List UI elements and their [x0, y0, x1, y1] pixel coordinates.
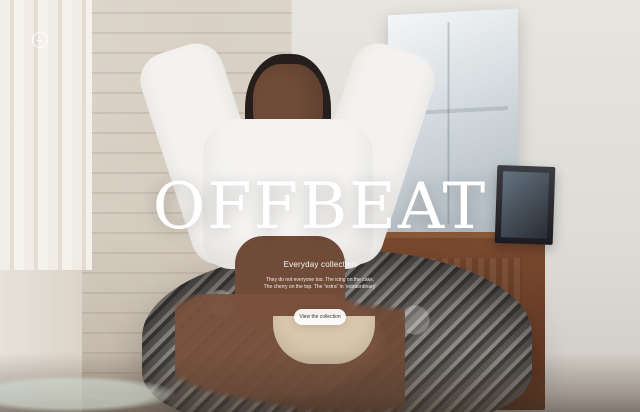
view-collection-button[interactable]: View the collection: [294, 309, 346, 325]
hero-description-line-1: They do not everyone too. The icing on t…: [265, 277, 375, 283]
menu-icon-line: [37, 39, 43, 41]
hero-description: They do not everyone too. The icing on t…: [240, 277, 400, 291]
hero-subtitle: Everyday collection: [283, 260, 357, 269]
hero-title: OFFBEAT: [152, 170, 488, 244]
menu-icon[interactable]: [32, 32, 48, 48]
hero-description-line-2: The cherry on the top. The “extra” in ‘e…: [263, 284, 377, 290]
rug: [0, 376, 175, 412]
hero-section: OFFBEAT Everyday collection They do not …: [0, 0, 640, 412]
